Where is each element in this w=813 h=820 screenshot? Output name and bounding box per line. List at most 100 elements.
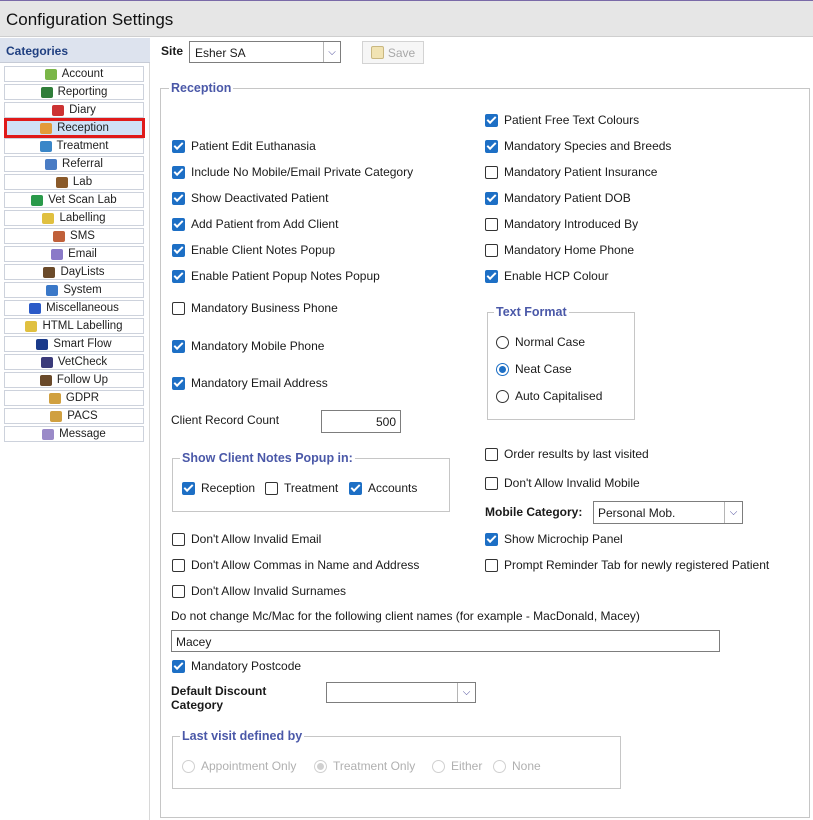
enable-patient-popup-notes-popup-checkbox-row[interactable]: Enable Patient Popup Notes Popup (172, 269, 380, 283)
don-t-allow-invalid-mobile-checkbox-row[interactable]: Don't Allow Invalid Mobile (485, 476, 640, 490)
sidebar-item-reception[interactable]: Reception (4, 118, 145, 138)
enable-hcp-colour-checkbox[interactable] (485, 269, 498, 283)
sidebar-item-vet-scan-lab[interactable]: Vet Scan Lab (4, 192, 144, 208)
sidebar-item-gdpr[interactable]: GDPR (4, 390, 144, 406)
enable-hcp-colour-checkbox-row[interactable]: Enable HCP Colour (485, 269, 609, 283)
sidebar-item-account[interactable]: Account (4, 66, 144, 82)
sidebar-item-diary[interactable]: Diary (4, 102, 144, 118)
client-record-count-input[interactable]: 500 (321, 410, 401, 433)
patient-edit-euthanasia-checkbox-row[interactable]: Patient Edit Euthanasia (172, 139, 316, 153)
sidebar-item-reporting[interactable]: Reporting (4, 84, 144, 100)
add-patient-from-add-client-checkbox-row[interactable]: Add Patient from Add Client (172, 217, 338, 231)
accounts-checkbox-row[interactable]: Accounts (349, 481, 417, 495)
sidebar-item-follow-up[interactable]: Follow Up (4, 372, 144, 388)
enable-client-notes-popup-checkbox-row[interactable]: Enable Client Notes Popup (172, 243, 335, 257)
sidebar-item-system[interactable]: System (4, 282, 144, 298)
don-t-allow-invalid-mobile-checkbox[interactable] (485, 476, 498, 490)
chevron-down-icon[interactable]: ⌵ (724, 502, 742, 523)
normal-case-radio[interactable] (496, 335, 509, 349)
mandatory-patient-insurance-checkbox[interactable] (485, 165, 498, 179)
sidebar-item-pacs[interactable]: PACS (4, 408, 144, 424)
sidebar-item-html-labelling[interactable]: HTML Labelling (4, 318, 144, 334)
either-radio[interactable] (432, 759, 445, 773)
reception-checkbox[interactable] (182, 481, 195, 495)
either-radio-row[interactable]: Either (432, 759, 482, 773)
mandatory-business-phone-checkbox[interactable] (172, 301, 185, 315)
sidebar-item-lab[interactable]: Lab (4, 174, 144, 190)
show-deactivated-patient-checkbox[interactable] (172, 191, 185, 205)
mandatory-mobile-phone-checkbox-row[interactable]: Mandatory Mobile Phone (172, 339, 324, 353)
don-t-allow-invalid-surnames-checkbox[interactable] (172, 584, 185, 598)
don-t-allow-commas-in-name-and-address-checkbox[interactable] (172, 558, 185, 572)
accounts-checkbox[interactable] (349, 481, 362, 495)
appointment-only-radio-row[interactable]: Appointment Only (182, 759, 296, 773)
sidebar-item-message[interactable]: Message (4, 426, 144, 442)
enable-patient-popup-notes-popup-checkbox[interactable] (172, 269, 185, 283)
show-microchip-panel-checkbox-row[interactable]: Show Microchip Panel (485, 532, 623, 546)
site-select-value: Esher SA (195, 46, 246, 60)
neat-case-radio-row[interactable]: Neat Case (496, 362, 572, 376)
patient-edit-euthanasia-checkbox[interactable] (172, 139, 185, 153)
none-radio[interactable] (493, 759, 506, 773)
order-results-by-last-visited-checkbox[interactable] (485, 447, 498, 461)
sidebar-item-daylists[interactable]: DayLists (4, 264, 144, 280)
show-microchip-panel-checkbox[interactable] (485, 532, 498, 546)
include-no-mobile-email-private-category-checkbox-row[interactable]: Include No Mobile/Email Private Category (172, 165, 413, 179)
mandatory-business-phone-checkbox-row[interactable]: Mandatory Business Phone (172, 301, 338, 315)
normal-case-radio-row[interactable]: Normal Case (496, 335, 585, 349)
mandatory-patient-dob-checkbox[interactable] (485, 191, 498, 205)
sidebar-item-email[interactable]: Email (4, 246, 144, 262)
mandatory-introduced-by-checkbox-row[interactable]: Mandatory Introduced By (485, 217, 638, 231)
default-discount-select[interactable]: ⌵ (326, 682, 476, 703)
enable-client-notes-popup-checkbox[interactable] (172, 243, 185, 257)
mandatory-species-and-breeds-checkbox[interactable] (485, 139, 498, 153)
treatment-checkbox[interactable] (265, 481, 278, 495)
mandatory-email-address-checkbox[interactable] (172, 376, 185, 390)
neat-case-radio[interactable] (496, 362, 509, 376)
don-t-allow-invalid-email-checkbox[interactable] (172, 532, 185, 546)
prompt-reminder-tab-for-newly-registered-patient-checkbox[interactable] (485, 558, 498, 572)
mandatory-postcode-checkbox-row[interactable]: Mandatory Postcode (172, 659, 301, 673)
auto-capitalised-radio[interactable] (496, 389, 509, 403)
prompt-reminder-tab-for-newly-registered-patient-checkbox-row[interactable]: Prompt Reminder Tab for newly registered… (485, 558, 769, 572)
sidebar-item-vetcheck[interactable]: VetCheck (4, 354, 144, 370)
patient-free-text-colours-checkbox-row[interactable]: Patient Free Text Colours (485, 113, 639, 127)
mandatory-postcode-checkbox[interactable] (172, 659, 185, 673)
site-select[interactable]: Esher SA ⌵ (189, 41, 341, 63)
treatment-checkbox-row[interactable]: Treatment (265, 481, 338, 495)
mc-mac-input[interactable]: Macey (171, 630, 720, 652)
sidebar-item-treatment[interactable]: Treatment (4, 138, 144, 154)
mandatory-home-phone-checkbox-row[interactable]: Mandatory Home Phone (485, 243, 634, 257)
mandatory-introduced-by-checkbox[interactable] (485, 217, 498, 231)
none-radio-row[interactable]: None (493, 759, 541, 773)
patient-free-text-colours-checkbox[interactable] (485, 113, 498, 127)
auto-capitalised-radio-row[interactable]: Auto Capitalised (496, 389, 602, 403)
sidebar-item-sms[interactable]: SMS (4, 228, 144, 244)
sidebar-item-smart-flow[interactable]: Smart Flow (4, 336, 144, 352)
appointment-only-radio[interactable] (182, 759, 195, 773)
order-results-by-last-visited-checkbox-row[interactable]: Order results by last visited (485, 447, 649, 461)
smart-flow-icon (36, 338, 49, 350)
sidebar-item-referral[interactable]: Referral (4, 156, 144, 172)
chevron-down-icon[interactable]: ⌵ (457, 683, 475, 702)
sidebar-item-labelling[interactable]: Labelling (4, 210, 144, 226)
mandatory-email-address-checkbox-row[interactable]: Mandatory Email Address (172, 376, 328, 390)
treatment-only-radio-row[interactable]: Treatment Only (314, 759, 415, 773)
sidebar-item-miscellaneous[interactable]: Miscellaneous (4, 300, 144, 316)
add-patient-from-add-client-checkbox[interactable] (172, 217, 185, 231)
treatment-only-radio[interactable] (314, 759, 327, 773)
mandatory-patient-dob-checkbox-row[interactable]: Mandatory Patient DOB (485, 191, 631, 205)
mandatory-patient-insurance-checkbox-row[interactable]: Mandatory Patient Insurance (485, 165, 657, 179)
show-deactivated-patient-checkbox-row[interactable]: Show Deactivated Patient (172, 191, 328, 205)
mandatory-mobile-phone-checkbox[interactable] (172, 339, 185, 353)
mobile-category-select[interactable]: Personal Mob. ⌵ (593, 501, 743, 524)
don-t-allow-invalid-surnames-checkbox-row[interactable]: Don't Allow Invalid Surnames (172, 584, 346, 598)
reception-checkbox-row[interactable]: Reception (182, 481, 255, 495)
save-button[interactable]: Save (362, 41, 424, 64)
include-no-mobile-email-private-category-checkbox[interactable] (172, 165, 185, 179)
mandatory-species-and-breeds-checkbox-row[interactable]: Mandatory Species and Breeds (485, 139, 671, 153)
mandatory-home-phone-checkbox[interactable] (485, 243, 498, 257)
chevron-down-icon[interactable]: ⌵ (323, 42, 340, 62)
don-t-allow-commas-in-name-and-address-checkbox-row[interactable]: Don't Allow Commas in Name and Address (172, 558, 419, 572)
don-t-allow-invalid-email-checkbox-row[interactable]: Don't Allow Invalid Email (172, 532, 321, 546)
